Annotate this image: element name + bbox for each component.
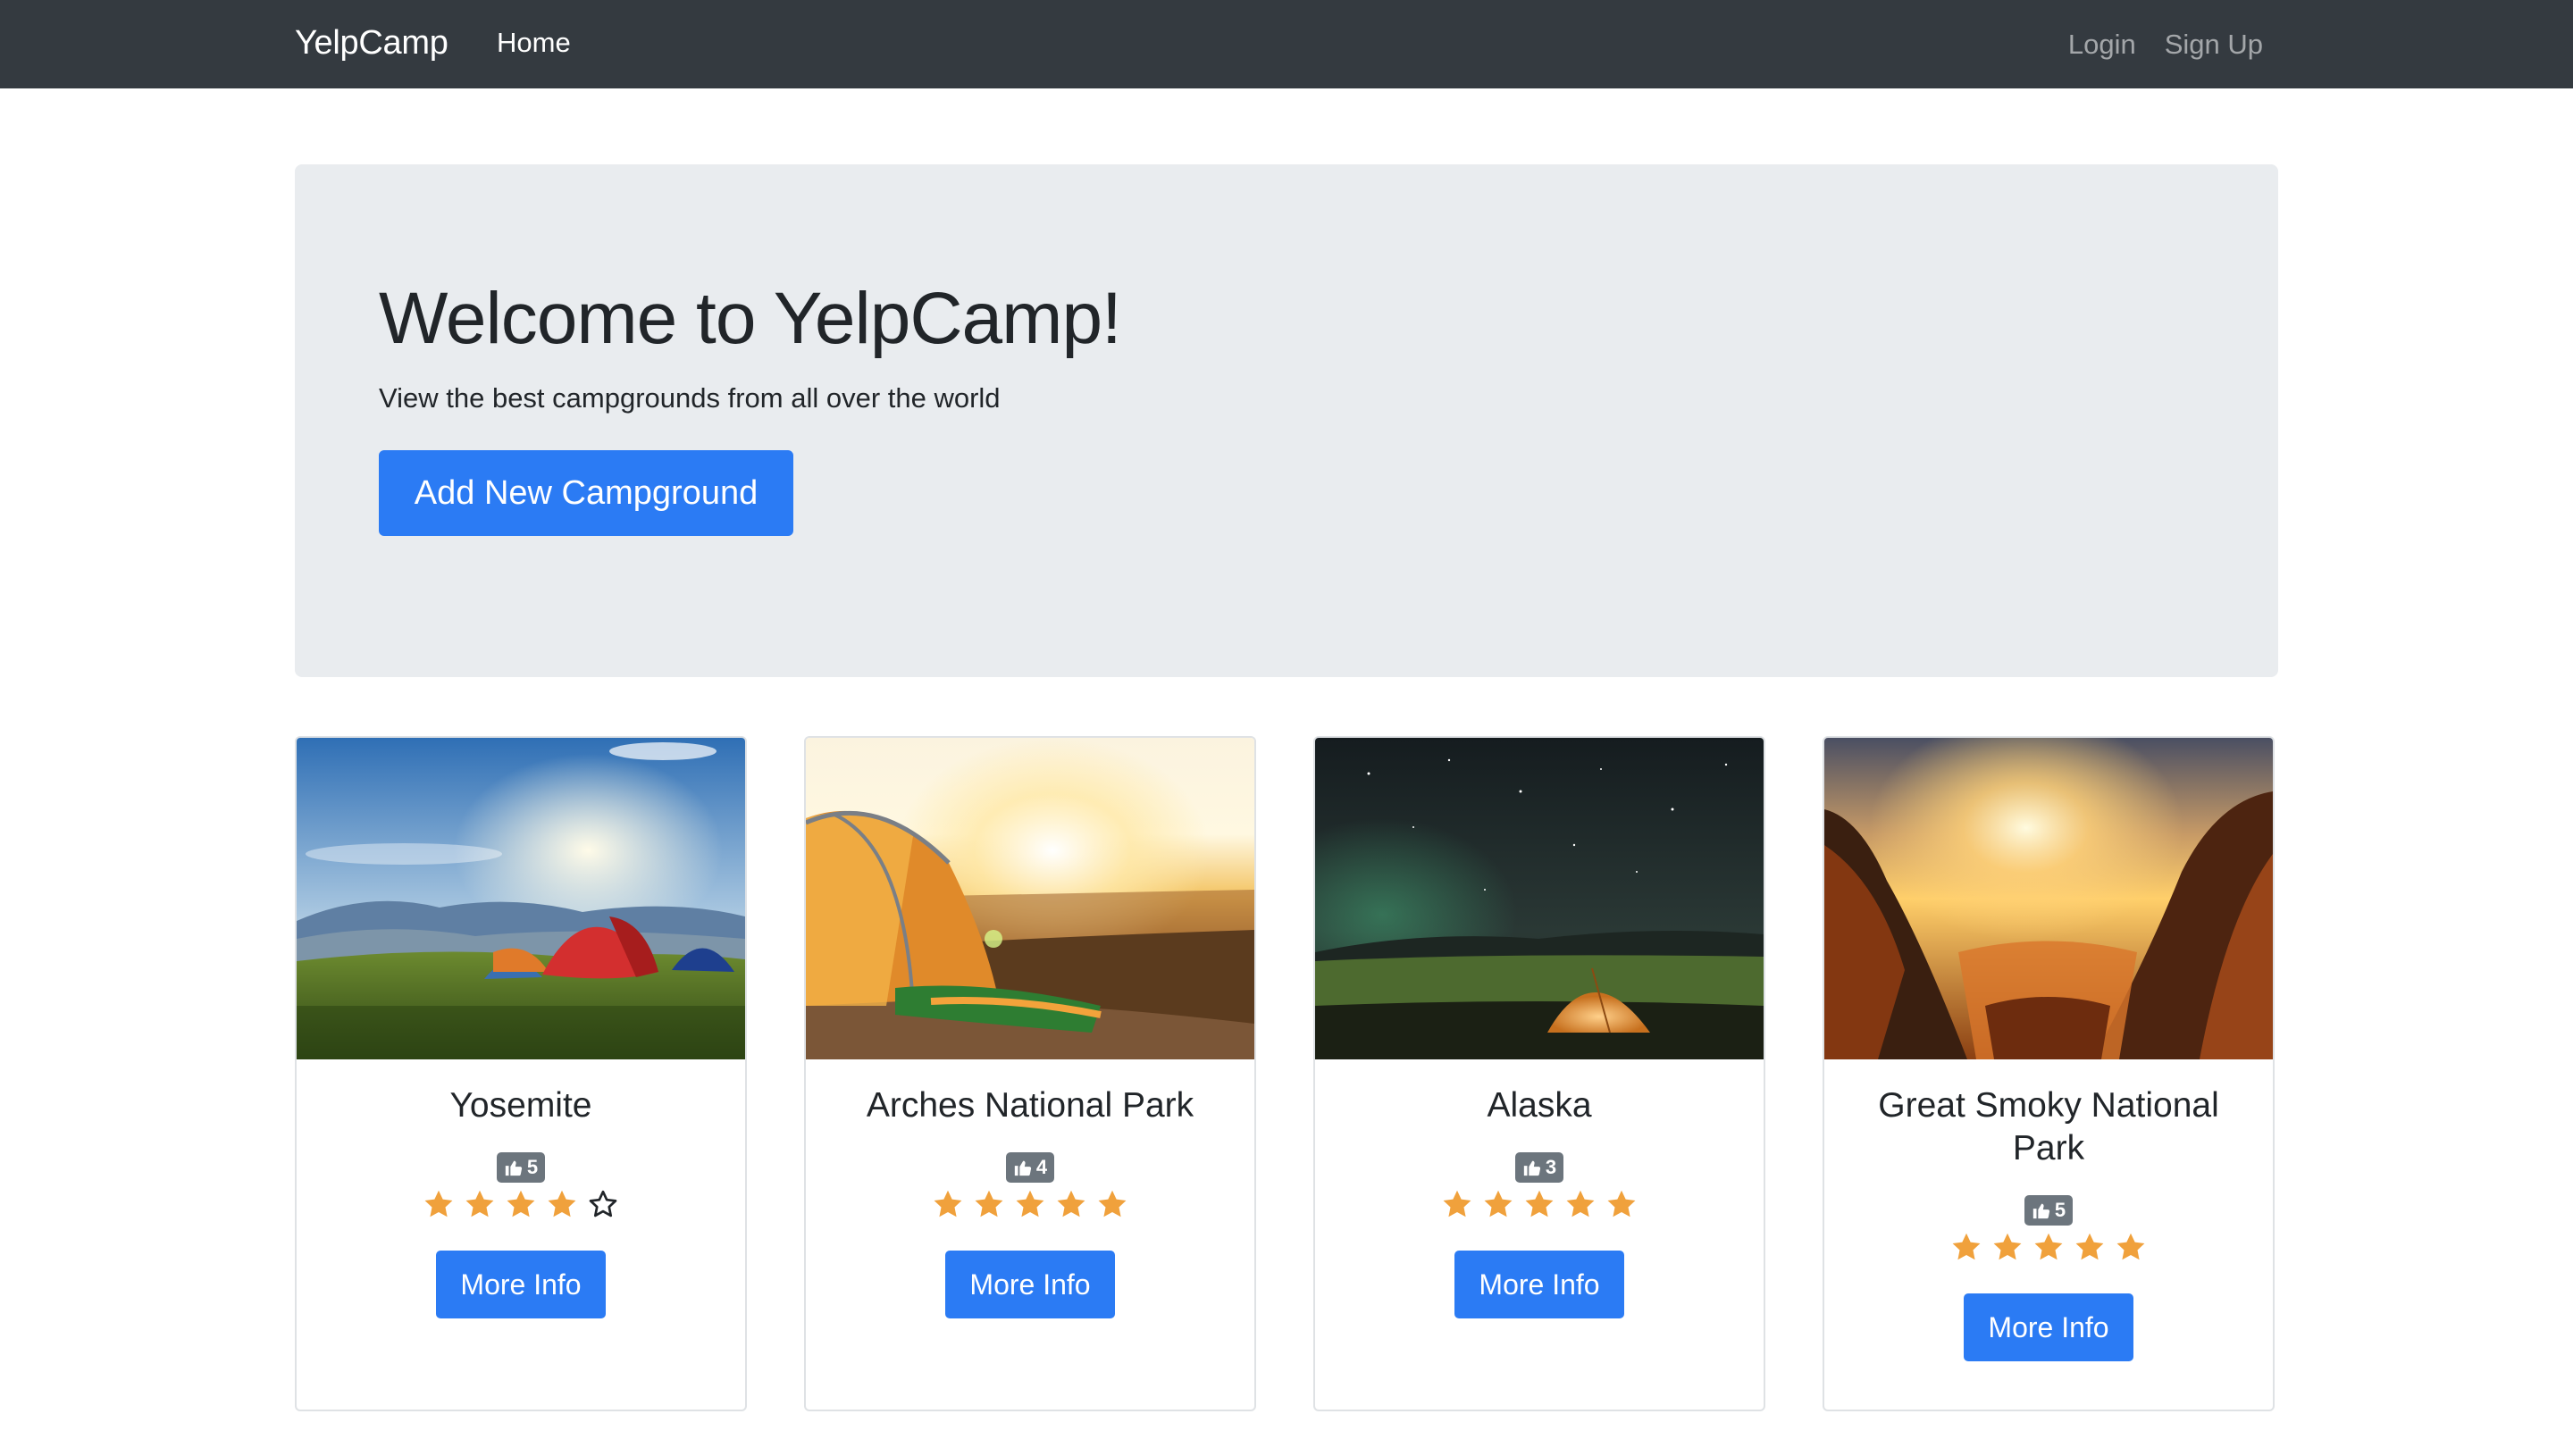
- rating-stars: [1824, 1231, 2273, 1263]
- campground-image: [1315, 738, 1764, 1059]
- star-filled-icon: [424, 1190, 453, 1218]
- star-filled-icon: [1525, 1190, 1554, 1218]
- star-filled-icon: [1057, 1190, 1085, 1218]
- star-filled-icon: [1952, 1233, 1981, 1260]
- thumbs-up-icon: [1014, 1160, 1031, 1176]
- likes-count: 4: [1035, 1156, 1048, 1178]
- thumbs-up-icon: [505, 1160, 522, 1176]
- campground-card: Alaska 3 More Info: [1313, 736, 1765, 1411]
- star-filled-icon: [1993, 1233, 2022, 1260]
- likes-badge: 5: [496, 1152, 546, 1183]
- star-filled-icon: [1098, 1190, 1127, 1218]
- more-info-button[interactable]: More Info: [945, 1251, 1115, 1318]
- more-info-button[interactable]: More Info: [1964, 1293, 2133, 1361]
- rating-stars: [806, 1188, 1254, 1220]
- star-filled-icon: [975, 1190, 1003, 1218]
- signup-link[interactable]: Sign Up: [2165, 2, 2263, 88]
- campground-name: Great Smoky National Park: [1878, 1086, 2219, 1167]
- page-subtitle: View the best campgrounds from all over …: [379, 382, 1001, 414]
- star-filled-icon: [1484, 1190, 1513, 1218]
- brand-link[interactable]: YelpCamp: [295, 0, 448, 88]
- rating-stars: [1315, 1188, 1764, 1220]
- likes-badge: 4: [1005, 1152, 1055, 1183]
- star-filled-icon: [2075, 1233, 2104, 1260]
- star-filled-icon: [507, 1190, 535, 1218]
- nav-auth-links: Login Sign Up: [2068, 0, 2263, 88]
- star-filled-icon: [1566, 1190, 1595, 1218]
- page-title: Welcome to YelpCamp!: [379, 278, 1122, 359]
- more-info-button[interactable]: More Info: [436, 1251, 606, 1318]
- star-empty-icon: [589, 1190, 617, 1218]
- thumbs-up-icon: [2032, 1203, 2049, 1219]
- nav-home-link[interactable]: Home: [497, 0, 571, 88]
- star-filled-icon: [2034, 1233, 2063, 1260]
- thumbs-up-icon: [1523, 1160, 1540, 1176]
- likes-badge: 3: [1514, 1152, 1564, 1183]
- campground-name: Arches National Park: [866, 1086, 1194, 1125]
- likes-count: 5: [2054, 1199, 2066, 1221]
- star-filled-icon: [1607, 1190, 1636, 1218]
- campground-image: [1824, 738, 2273, 1059]
- star-filled-icon: [1016, 1190, 1044, 1218]
- star-filled-icon: [465, 1190, 494, 1218]
- campground-image: [806, 738, 1254, 1059]
- likes-badge: 5: [2024, 1195, 2074, 1226]
- campground-image: [297, 738, 745, 1059]
- star-filled-icon: [548, 1190, 576, 1218]
- star-filled-icon: [934, 1190, 962, 1218]
- welcome-jumbotron: Welcome to YelpCamp! View the best campg…: [295, 164, 2278, 677]
- campground-card: Great Smoky National Park 5 More Info: [1823, 736, 2275, 1411]
- login-link[interactable]: Login: [2068, 2, 2136, 88]
- star-filled-icon: [1443, 1190, 1471, 1218]
- more-info-button[interactable]: More Info: [1454, 1251, 1624, 1318]
- campground-name: Yosemite: [449, 1086, 592, 1125]
- rating-stars: [297, 1188, 745, 1220]
- likes-count: 5: [526, 1156, 539, 1178]
- campground-card: Yosemite 5 More Info: [295, 736, 747, 1411]
- star-filled-icon: [2116, 1233, 2145, 1260]
- campground-name: Alaska: [1487, 1086, 1592, 1125]
- campground-card: Arches National Park 4 More Info: [804, 736, 1256, 1411]
- likes-count: 3: [1545, 1156, 1557, 1178]
- add-campground-button[interactable]: Add New Campground: [379, 450, 793, 536]
- top-navbar: YelpCamp Home Login Sign Up: [0, 0, 2573, 88]
